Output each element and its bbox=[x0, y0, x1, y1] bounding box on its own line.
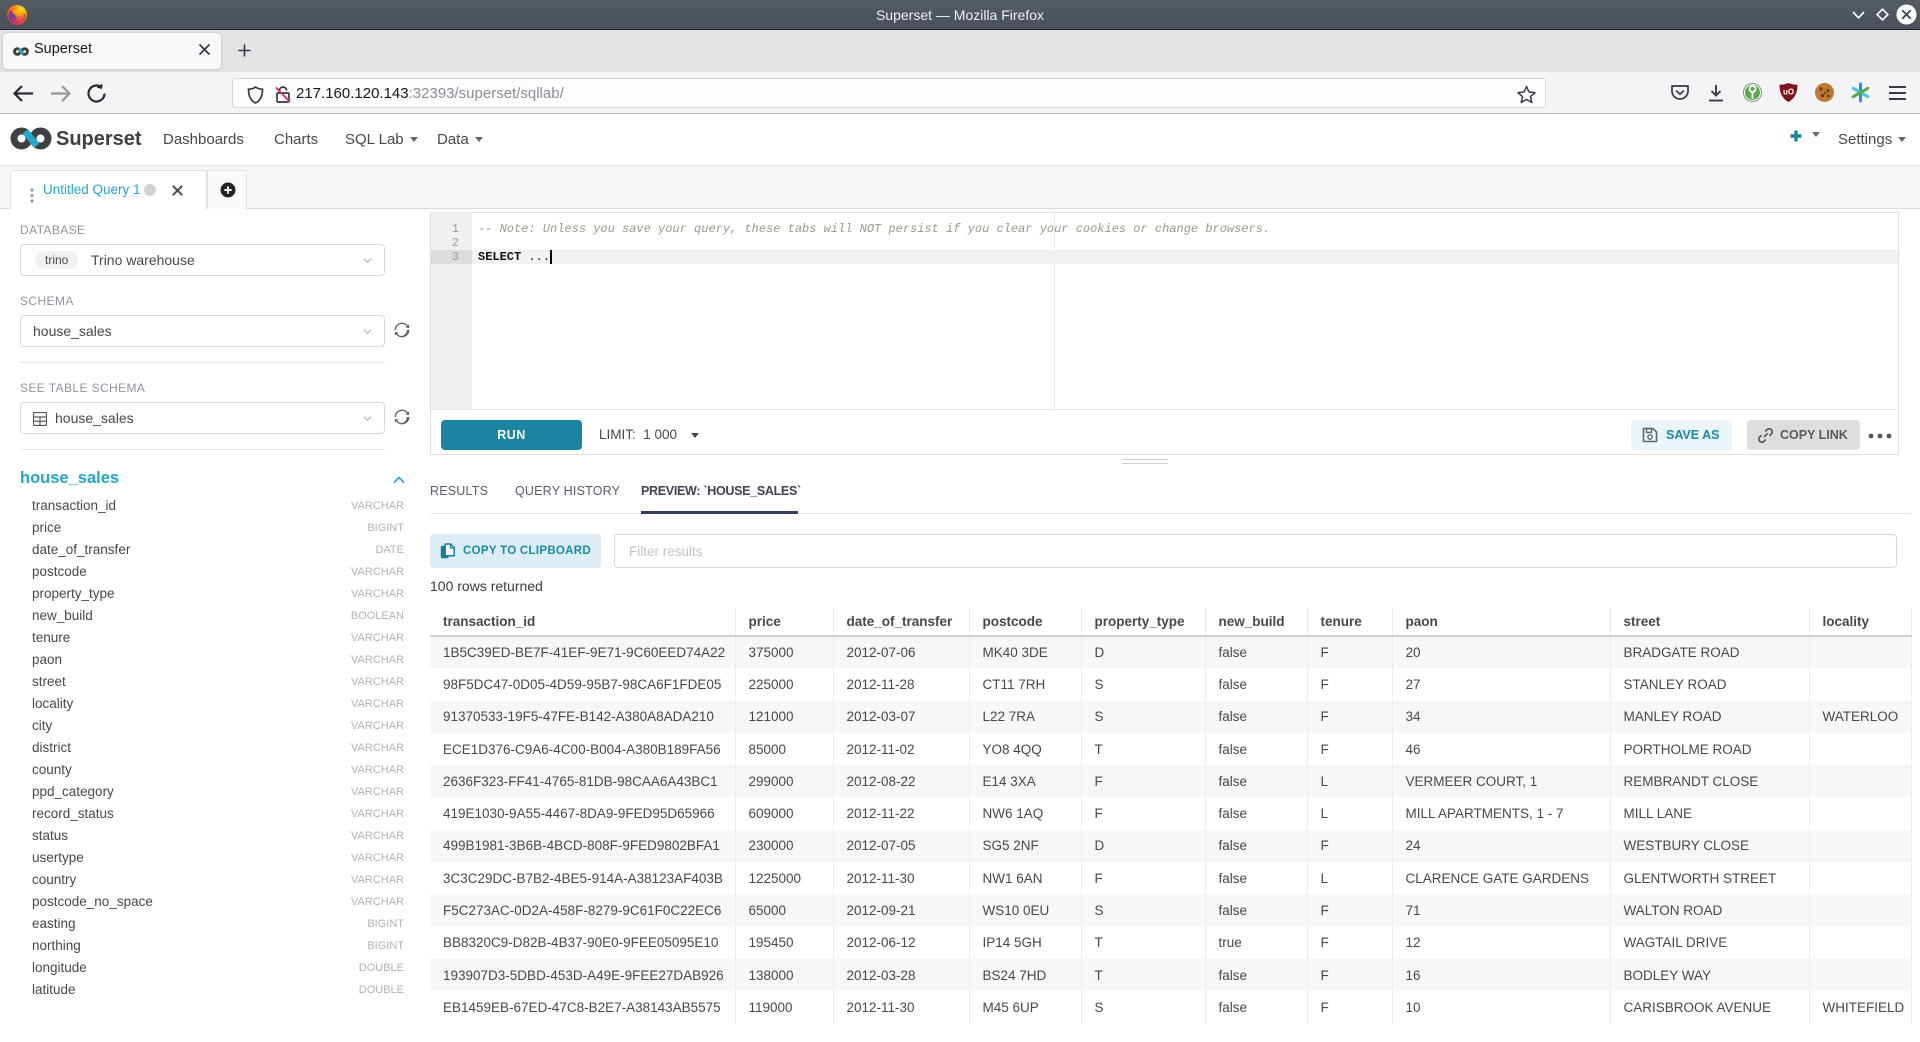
svg-text:uO: uO bbox=[1783, 88, 1794, 97]
